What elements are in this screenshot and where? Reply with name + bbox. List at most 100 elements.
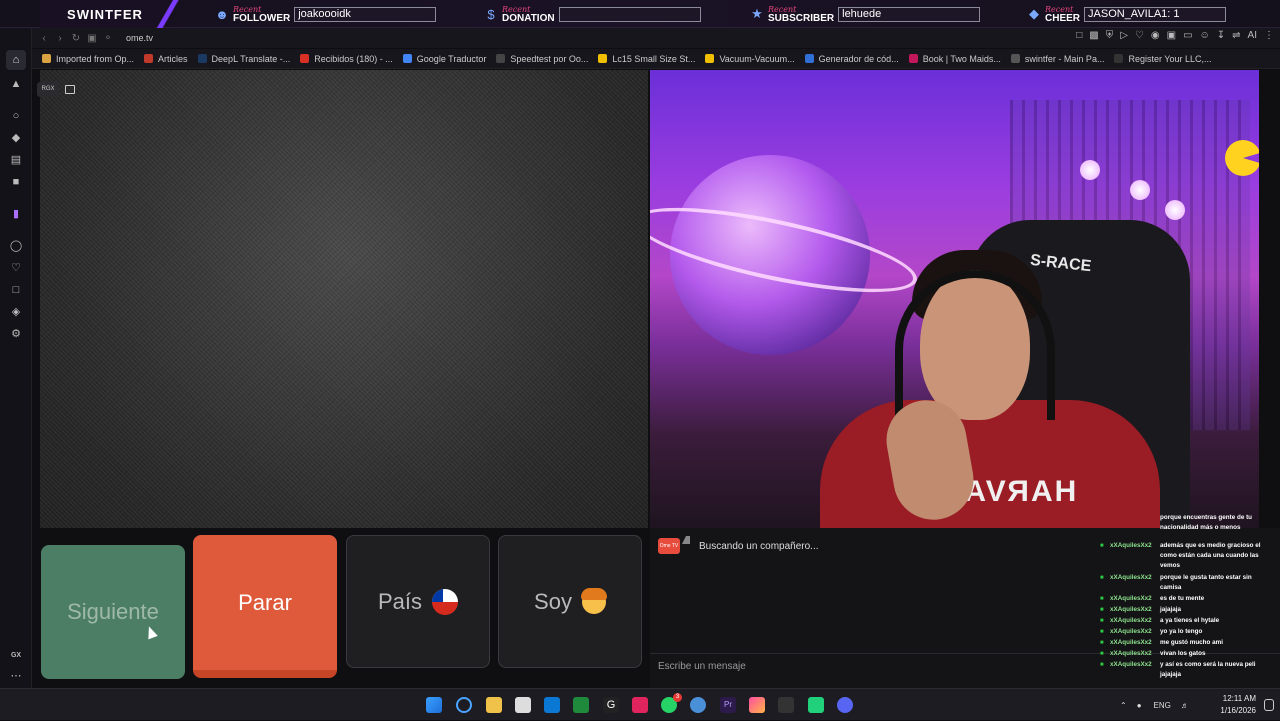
pip-icon[interactable] — [65, 85, 75, 94]
bookmark-item[interactable]: Recibidos (180) - ... — [300, 54, 393, 64]
chat-text: como están cada una cuando las — [1160, 552, 1259, 559]
app-tool-icon[interactable] — [778, 697, 794, 713]
chat-line: ■ xXAquilesXx2 jajajaja — [1100, 606, 1270, 614]
bookmark-favicon — [598, 54, 608, 63]
bookmark-icon[interactable]: □ — [1076, 30, 1082, 41]
bookmark-item[interactable]: Register Your LLC,... — [1114, 54, 1212, 64]
gender-button-label: Soy — [534, 588, 572, 614]
play-icon[interactable]: ▷ — [1120, 30, 1128, 41]
bookmark-item[interactable]: DeepL Translate -... — [197, 53, 291, 64]
file-explorer-icon[interactable] — [486, 697, 502, 713]
twitch-icon[interactable]: ▮ — [8, 206, 24, 222]
puzzle-icon[interactable]: ▭ — [1183, 30, 1192, 41]
chat-text: nacionalidad más o menos — [1160, 524, 1241, 531]
diamond-icon: ◆ — [1029, 6, 1039, 21]
message-input[interactable]: Escribe un mensaje — [658, 661, 746, 672]
translate-icon[interactable]: ⇌ — [1232, 30, 1240, 41]
app-globe-icon[interactable] — [690, 697, 706, 713]
premiere-icon[interactable]: Pr — [720, 697, 736, 713]
excel-icon[interactable] — [573, 697, 589, 713]
chat-line: ■ xXAquilesXx2 y así es como será la nueva… — [1100, 661, 1270, 669]
home-icon[interactable]: ⌂ — [6, 50, 26, 70]
start-icon[interactable] — [426, 697, 442, 713]
download-icon[interactable]: ↧ — [1217, 30, 1225, 41]
bookmark-item[interactable]: Lc15 Small Size St... — [598, 54, 695, 64]
note-icon[interactable]: □ — [8, 282, 24, 298]
menu-icon[interactable]: ⋮ — [1264, 30, 1274, 41]
chat-line: porque encuentras gente de tu — [1100, 514, 1270, 522]
camera-icon[interactable]: ▣ — [1167, 30, 1176, 41]
settings-icon[interactable]: ⚙ — [8, 326, 24, 342]
rgx-badge[interactable]: RGX — [37, 82, 59, 97]
stream-chat-overlay: porque encuentras gente de tu nacionalid… — [1100, 510, 1270, 680]
app-color-icon[interactable] — [749, 697, 765, 713]
gamepad-icon[interactable]: ▲ — [8, 76, 24, 92]
reload-icon[interactable]: ↻ — [68, 33, 84, 44]
snapshot-icon[interactable]: ▩ — [1089, 30, 1098, 41]
lamp-light — [1130, 180, 1150, 200]
stop-button[interactable]: Parar — [193, 535, 337, 678]
chat-text: porque le gusta tanto estar sin — [1160, 574, 1252, 581]
chat-text: camisa — [1160, 584, 1182, 591]
outlook-icon[interactable] — [544, 697, 560, 713]
twitch-badge-icon: ■ — [1100, 596, 1104, 602]
language-indicator[interactable]: ENG — [1154, 701, 1171, 710]
back-icon[interactable]: ‹ — [36, 33, 52, 44]
notification-icon[interactable] — [1264, 699, 1274, 711]
lightning-icon[interactable] — [632, 697, 648, 713]
twitch-badge-icon: ■ — [1100, 543, 1104, 549]
profile-icon[interactable]: ☺ — [1200, 30, 1210, 41]
url-text[interactable]: ome.tv — [126, 33, 153, 43]
heart-icon[interactable]: ♡ — [1135, 30, 1144, 41]
app-green-icon[interactable] — [808, 697, 824, 713]
bookmark-item[interactable]: swintfer - Main Pa... — [1010, 54, 1104, 64]
diamond-icon[interactable]: ◆ — [8, 130, 24, 146]
bookmark-label: Lc15 Small Size St... — [612, 53, 696, 64]
bookmark-item[interactable]: Speedtest por Oo... — [496, 54, 588, 64]
chat-user — [1110, 671, 1160, 679]
chat-line: vemos — [1100, 562, 1270, 570]
bookmark-item[interactable]: Imported from Op... — [42, 54, 134, 64]
heart-icon[interactable]: ♡ — [8, 260, 24, 276]
bookmarks-bar: Imported from Op... Articles DeepL Trans… — [32, 49, 1280, 69]
store-icon[interactable] — [515, 697, 531, 713]
more-icon[interactable]: ⋯ — [8, 668, 24, 684]
ai-button[interactable]: AI — [1248, 30, 1257, 41]
chat-line: ■ xXAquilesXx2 es de tu mente — [1100, 595, 1270, 603]
search-icon[interactable] — [456, 697, 472, 713]
bookmark-label: DeepL Translate -... — [211, 53, 291, 64]
dollar-icon: $ — [487, 6, 495, 22]
gx-label[interactable]: GX — [8, 648, 24, 664]
clock[interactable]: 12:11 AM 1/16/2026 — [1220, 693, 1256, 717]
image-icon[interactable]: ▤ — [8, 152, 24, 168]
discord-icon[interactable] — [837, 697, 853, 713]
bookmark-item[interactable]: Vacuum-Vacuum... — [705, 54, 795, 64]
ometv-logo: Ome TV — [658, 538, 680, 554]
country-button[interactable]: País — [346, 535, 490, 668]
snapshot-icon[interactable]: ▣ — [84, 33, 100, 44]
chat-line: ■ xXAquilesXx2 porque le gusta tanto estar… — [1100, 574, 1270, 582]
chevron-up-icon[interactable]: ⌃ — [1120, 701, 1127, 710]
messenger-icon[interactable]: ○ — [8, 108, 24, 124]
app-g-icon[interactable]: G — [603, 697, 619, 713]
chat-text: a ya tienes el hytale — [1160, 617, 1220, 624]
chat-text: me gustó mucho ami — [1160, 639, 1223, 646]
microphone-icon[interactable]: ● — [1137, 701, 1142, 710]
alert-value: joakoooidk — [294, 6, 437, 22]
extension-s-icon[interactable]: ◉ — [1151, 30, 1160, 41]
gender-button[interactable]: Soy — [498, 535, 642, 668]
cube-icon[interactable]: ◈ — [8, 304, 24, 320]
speaker-icon[interactable]: ♬ — [1181, 701, 1189, 710]
bookmark-item[interactable]: Book | Two Maids... — [908, 54, 1001, 64]
shield-icon[interactable]: ⛨ — [1106, 30, 1114, 41]
bookmark-item[interactable]: Articles — [144, 54, 188, 64]
gmail-icon — [300, 54, 310, 63]
chat-text: porque encuentras gente de tu — [1160, 514, 1253, 521]
box-icon[interactable]: ■ — [8, 174, 24, 190]
forward-icon[interactable]: › — [52, 33, 68, 44]
next-button[interactable]: Siguiente — [41, 545, 185, 679]
bookmark-item[interactable]: Generador de cód... — [804, 54, 899, 64]
bookmark-item[interactable]: Google Traductor — [402, 54, 486, 64]
lamp-light — [1165, 200, 1185, 220]
clock-icon[interactable]: ◯ — [8, 238, 24, 254]
